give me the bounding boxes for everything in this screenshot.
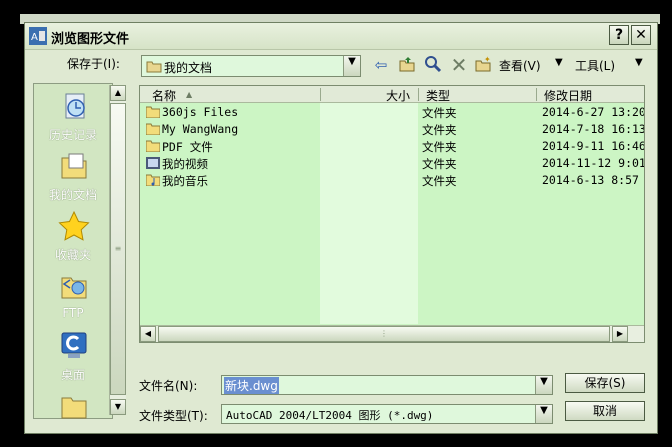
scroll-thumb[interactable]: ⋮ xyxy=(158,326,610,342)
search-icon[interactable] xyxy=(423,55,443,75)
file-name: My WangWang xyxy=(162,122,239,136)
list-horizontal-scrollbar[interactable]: ◀ ⋮ ▶ xyxy=(140,325,644,342)
music-folder-icon xyxy=(146,174,160,186)
scroll-up-icon[interactable]: ▲ xyxy=(110,85,126,101)
desktop-icon xyxy=(61,332,87,358)
place-label: 桌面 xyxy=(60,368,85,382)
folder-icon xyxy=(146,106,160,118)
scroll-right-icon[interactable]: ▶ xyxy=(612,326,628,342)
place-ftp[interactable]: FTP xyxy=(34,266,112,324)
view-menu[interactable]: 查看(V) xyxy=(499,57,541,74)
sort-ascending-icon: ▲ xyxy=(186,90,193,99)
favorites-star-icon xyxy=(58,210,90,241)
browse-drawing-dialog: A 浏览图形文件 ? ✕ 保存于(I): 我的文档 ▼ ⇦ ✕ ✦ 查看(V) … xyxy=(24,22,658,434)
svg-text:✦: ✦ xyxy=(484,55,491,64)
file-name: 我的视频 xyxy=(162,157,208,171)
place-label: 历史记录 xyxy=(48,128,97,142)
list-item[interactable]: 360js Files 文件夹 2014-6-27 13:20 xyxy=(140,104,644,121)
history-icon xyxy=(65,93,85,119)
filename-value: 新块.dwg xyxy=(224,377,279,394)
filename-input[interactable]: 新块.dwg ▼ xyxy=(221,375,553,395)
view-chevron-down-icon[interactable]: ▼ xyxy=(555,57,563,68)
delete-icon[interactable]: ✕ xyxy=(449,55,469,75)
file-name: PDF 文件 xyxy=(162,140,213,154)
file-modified: 2014-9-11 16:46 xyxy=(542,139,645,153)
place-history[interactable]: 历史记录 xyxy=(34,86,112,144)
close-button[interactable]: ✕ xyxy=(631,25,651,45)
scroll-left-icon[interactable]: ◀ xyxy=(140,326,156,342)
chevron-down-icon[interactable]: ▼ xyxy=(535,405,552,423)
new-folder-icon[interactable]: ✦ xyxy=(473,55,493,75)
save-in-label: 保存于(I): xyxy=(67,57,120,71)
svg-text:A: A xyxy=(31,32,38,43)
column-size-header[interactable]: 大小 xyxy=(386,87,410,104)
file-name: 360js Files xyxy=(162,105,239,119)
title-bar[interactable]: A 浏览图形文件 ? ✕ xyxy=(25,23,657,50)
file-modified: 2014-7-18 16:13 xyxy=(542,122,645,136)
save-in-dropdown[interactable]: 我的文档 ▼ xyxy=(141,55,361,77)
place-more[interactable] xyxy=(34,384,112,419)
column-name-header[interactable]: 名称 xyxy=(152,87,176,104)
file-type: 文件夹 xyxy=(422,106,457,120)
column-divider[interactable] xyxy=(320,88,321,101)
autocad-app-icon: A xyxy=(29,27,47,45)
places-bar: 历史记录 我的文档 收藏夹 FTP 桌面 xyxy=(33,83,113,419)
column-divider[interactable] xyxy=(536,88,537,101)
chevron-down-icon[interactable]: ▼ xyxy=(535,376,552,394)
place-label: 我的文档 xyxy=(48,188,97,202)
place-desktop[interactable]: 桌面 xyxy=(34,326,112,384)
cancel-button[interactable]: 取消 xyxy=(565,401,645,421)
scroll-thumb[interactable]: ≡ xyxy=(110,103,126,395)
list-item[interactable]: PDF 文件 文件夹 2014-9-11 16:46 xyxy=(140,138,644,155)
video-folder-icon xyxy=(146,157,160,169)
current-folder-text: 我的文档 xyxy=(164,61,213,75)
places-scrollbar[interactable]: ▲ ≡ ▼ xyxy=(109,85,126,415)
my-documents-icon xyxy=(61,153,87,179)
file-modified: 2014-11-12 9:01 xyxy=(542,156,645,170)
file-type: 文件夹 xyxy=(422,157,457,171)
file-type: 文件夹 xyxy=(422,140,457,154)
list-item[interactable]: 我的视频 文件夹 2014-11-12 9:01 xyxy=(140,155,644,172)
help-button[interactable]: ? xyxy=(609,25,629,45)
file-name: 我的音乐 xyxy=(162,174,208,188)
column-type-header[interactable]: 类型 xyxy=(426,87,450,104)
save-button[interactable]: 保存(S) xyxy=(565,373,645,393)
column-divider[interactable] xyxy=(418,88,419,101)
scroll-down-icon[interactable]: ▼ xyxy=(110,399,126,415)
filetype-label: 文件类型(T): xyxy=(139,409,208,423)
folder-icon xyxy=(146,61,162,73)
file-list[interactable]: 名称 ▲ 大小 类型 修改日期 360js Files 文件夹 2014-6-2… xyxy=(139,85,645,343)
back-arrow-icon[interactable]: ⇦ xyxy=(371,55,391,75)
file-type: 文件夹 xyxy=(422,123,457,137)
file-type: 文件夹 xyxy=(422,174,457,188)
filename-label: 文件名(N): xyxy=(139,379,198,393)
filetype-value: AutoCAD 2004/LT2004 图形 (*.dwg) xyxy=(226,409,434,422)
place-label: FTP xyxy=(62,306,84,320)
dialog-title: 浏览图形文件 xyxy=(51,32,130,47)
tools-menu[interactable]: 工具(L) xyxy=(575,57,615,74)
folder-icon xyxy=(146,140,160,152)
file-modified: 2014-6-13 8:57 xyxy=(542,173,639,187)
list-item[interactable]: My WangWang 文件夹 2014-7-18 16:13 xyxy=(140,121,644,138)
up-folder-icon[interactable] xyxy=(397,55,417,75)
ftp-icon xyxy=(61,277,87,299)
list-header: 名称 ▲ 大小 类型 修改日期 xyxy=(140,86,644,103)
folder-icon xyxy=(146,123,160,135)
file-modified: 2014-6-27 13:20 xyxy=(542,105,645,119)
folder-icon xyxy=(61,397,87,419)
place-label: 收藏夹 xyxy=(54,248,91,262)
chevron-down-icon[interactable]: ▼ xyxy=(343,56,360,76)
column-modified-header[interactable]: 修改日期 xyxy=(544,87,592,104)
tools-chevron-down-icon[interactable]: ▼ xyxy=(635,57,643,68)
filetype-select[interactable]: AutoCAD 2004/LT2004 图形 (*.dwg) ▼ xyxy=(221,404,553,424)
list-item[interactable]: 我的音乐 文件夹 2014-6-13 8:57 xyxy=(140,172,644,189)
place-favorites[interactable]: 收藏夹 xyxy=(34,206,112,264)
place-my-documents[interactable]: 我的文档 xyxy=(34,146,112,204)
